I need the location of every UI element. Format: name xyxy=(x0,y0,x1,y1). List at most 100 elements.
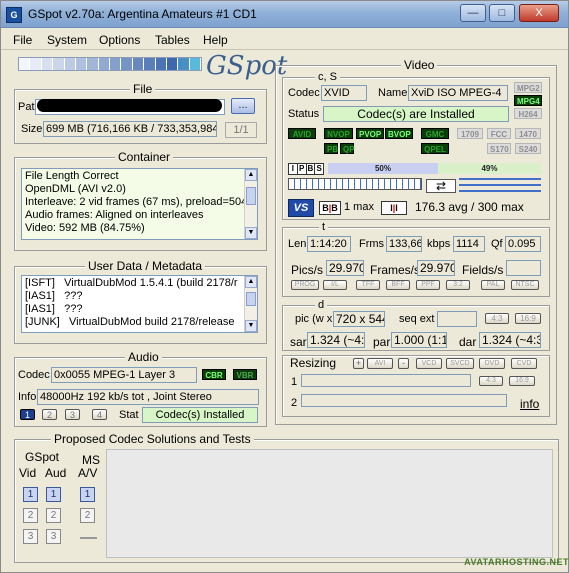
audio-info-label: Info xyxy=(18,391,37,403)
video-status-label: Status xyxy=(288,108,320,120)
title-bar: G GSpot v2.70a: Argentina Amateurs #1 CD… xyxy=(1,1,568,28)
watermark-text: AVATARHOSTING.NET xyxy=(464,557,569,567)
frame-type-i: I xyxy=(289,164,298,174)
audio-group-title: Audio xyxy=(125,350,162,364)
scroll-up-icon[interactable]: ▲ xyxy=(245,276,257,288)
avg-bitrate-value: 176.3 avg / 300 max xyxy=(415,200,524,214)
scroll-down-icon[interactable]: ▼ xyxy=(245,320,257,332)
window-title: GSpot v2.70a: Argentina Amateurs #1 CD1 xyxy=(28,7,257,21)
menu-file[interactable]: File xyxy=(13,33,32,47)
ar-4-3-button[interactable]: 4:3 xyxy=(485,313,509,324)
resize-avi-button[interactable]: AVI xyxy=(367,358,393,369)
audio-stream-3-button[interactable]: 3 xyxy=(65,409,80,420)
frms-field: 133,66 xyxy=(386,236,422,252)
gop-line-2 xyxy=(459,184,541,186)
file-page-counter: 1/1 xyxy=(225,122,257,138)
bff-button[interactable]: BFF xyxy=(386,280,410,290)
container-scrollbar[interactable]: ▲ ▼ xyxy=(244,169,257,239)
proposed-aud-label: Aud xyxy=(45,466,67,480)
gop-line-3 xyxy=(459,190,541,192)
qf-field: 0.095 xyxy=(505,236,541,252)
seqext-label: seq ext xyxy=(399,313,435,325)
flag-pb: PB xyxy=(324,143,338,154)
flag-qpel: QPEL xyxy=(421,143,449,154)
frame-type-legend: I P B S xyxy=(288,163,324,175)
video-codec-field: XVID xyxy=(321,85,367,101)
scroll-thumb[interactable] xyxy=(246,292,256,306)
resize-svcd-button[interactable]: SVCD xyxy=(446,358,474,369)
menu-options[interactable]: Options xyxy=(99,33,140,47)
ppf-button[interactable]: PPF xyxy=(416,280,440,290)
interlaced-button[interactable]: I/L xyxy=(323,280,347,290)
aud-test-2-button[interactable]: 2 xyxy=(46,508,61,523)
pics-field: 29.970 xyxy=(326,260,364,276)
close-button[interactable]: X xyxy=(519,4,559,22)
dar-field: 1.324 (~4:3) xyxy=(479,332,541,348)
ms-test-2-button[interactable]: 2 xyxy=(80,508,95,523)
gop-arrows-icon[interactable]: ⇄ xyxy=(426,179,456,193)
cbr-indicator: CBR xyxy=(202,369,226,380)
maximize-button[interactable]: □ xyxy=(489,4,515,22)
resize-row-1-label: 1 xyxy=(291,376,298,388)
resize-add-button[interactable]: + xyxy=(353,358,364,369)
file-group-title: File xyxy=(130,82,156,96)
resize-remove-button[interactable]: - xyxy=(398,358,409,369)
info-link[interactable]: info xyxy=(520,397,539,411)
pal-button[interactable]: PAL xyxy=(481,280,505,290)
mpg4-indicator: MPG4 xyxy=(514,95,542,106)
flag-1470: 1470 xyxy=(515,128,541,139)
ar-16-9-button[interactable]: 16:9 xyxy=(515,313,541,324)
path-redaction xyxy=(37,99,222,112)
audio-codec-field: 0x0055 MPEG-1 Layer 3 xyxy=(51,367,197,383)
resize-dvd-button[interactable]: DVD xyxy=(479,358,505,369)
container-info-list[interactable]: File Length Correct OpenDML (AVI v2.0) I… xyxy=(21,168,258,240)
proposed-ms-label: MS xyxy=(82,453,100,467)
flag-qp: QP xyxy=(340,143,355,154)
audio-stream-4-button[interactable]: 4 xyxy=(92,409,107,420)
minimize-button[interactable]: — xyxy=(460,4,486,22)
resize-vcd-button[interactable]: VCD xyxy=(416,358,442,369)
video-name-label: Name xyxy=(378,87,408,99)
scroll-up-icon[interactable]: ▲ xyxy=(245,169,257,181)
vid-test-1-button[interactable]: 1 xyxy=(23,487,38,502)
flag-fcc: FCC xyxy=(487,128,511,139)
menu-tables[interactable]: Tables xyxy=(155,33,190,47)
tff-button[interactable]: TFF xyxy=(356,280,380,290)
vid-test-2-button[interactable]: 2 xyxy=(23,508,38,523)
browse-button[interactable]: ... xyxy=(231,98,255,114)
aud-test-3-button[interactable]: 3 xyxy=(46,529,61,544)
resize-row-1-field xyxy=(301,374,471,387)
visualize-icon[interactable]: VS xyxy=(288,199,314,217)
frame-ratio-bar-1: 50% xyxy=(328,163,438,174)
vid-test-3-button[interactable]: 3 xyxy=(23,529,38,544)
menu-help[interactable]: Help xyxy=(203,33,228,47)
fields-label: Fields/s xyxy=(462,263,504,277)
frame-type-p: P xyxy=(298,164,307,174)
menu-system[interactable]: System xyxy=(47,33,87,47)
resize-cvd-button[interactable]: CVD xyxy=(511,358,537,369)
userdata-text: [ISFT] VirtualDubMod 1.5.4.1 (build 2178… xyxy=(25,277,238,328)
audio-stream-1-button[interactable]: 1 xyxy=(20,409,35,420)
ms-test-1-button[interactable]: 1 xyxy=(80,487,95,502)
gspot-app-icon[interactable]: G xyxy=(6,7,22,23)
scroll-down-icon[interactable]: ▼ xyxy=(245,227,257,239)
userdata-group-title: User Data / Metadata xyxy=(85,259,206,273)
userdata-scrollbar[interactable]: ▲ ▼ xyxy=(244,276,257,332)
userdata-list[interactable]: [ISFT] VirtualDubMod 1.5.4.1 (build 2178… xyxy=(21,275,258,333)
flag-s170: S170 xyxy=(487,143,511,154)
audio-stream-2-button[interactable]: 2 xyxy=(42,409,57,420)
proposed-solutions-panel xyxy=(106,449,553,558)
scroll-thumb[interactable] xyxy=(246,187,256,205)
pulldown-button[interactable]: 3:2 xyxy=(446,280,470,290)
resize-ar-4-3-button[interactable]: 4:3 xyxy=(479,376,503,386)
bframe-b-icon: B|B xyxy=(319,201,341,215)
par-field: 1.000 (1:1) xyxy=(391,332,447,348)
menu-bar: File System Options Tables Help xyxy=(1,29,568,50)
kbps-label: kbps xyxy=(427,238,451,250)
resize-ar-16-9-button[interactable]: 16:9 xyxy=(509,376,535,386)
fields-field xyxy=(506,260,541,276)
prog-button[interactable]: PROG xyxy=(291,280,319,290)
ntsc-button[interactable]: NTSC xyxy=(511,280,539,290)
resize-row-2-label: 2 xyxy=(291,397,298,409)
aud-test-1-button[interactable]: 1 xyxy=(46,487,61,502)
